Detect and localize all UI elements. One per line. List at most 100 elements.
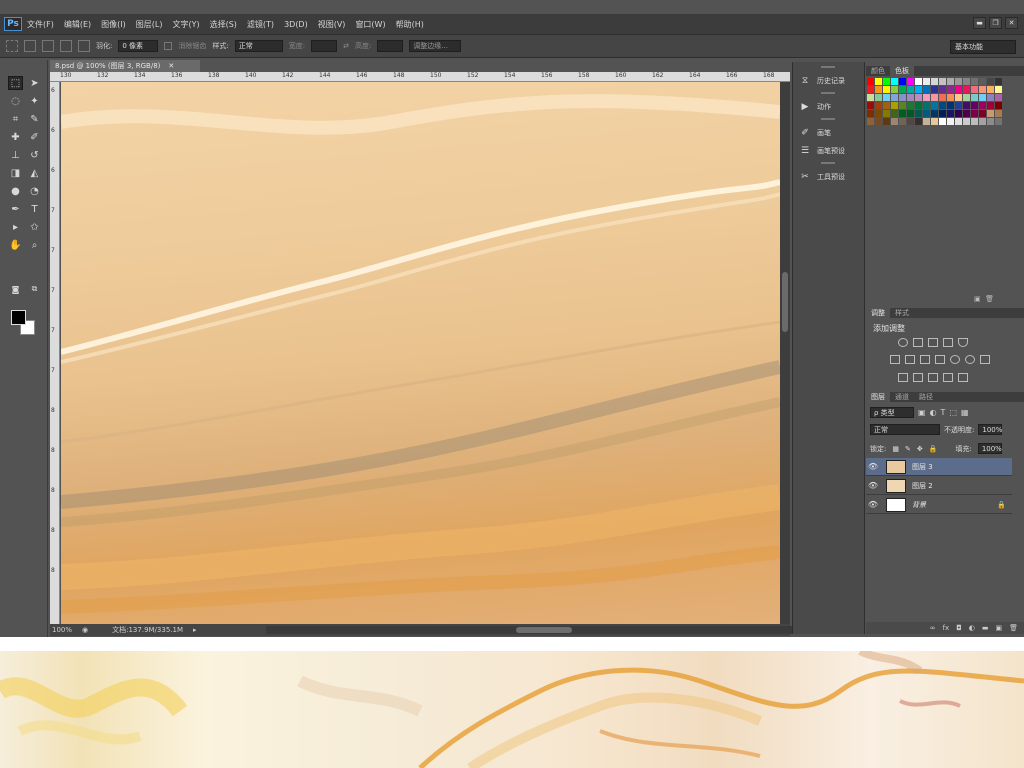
lasso-tool-icon[interactable]: ◌ bbox=[8, 94, 23, 108]
curves-icon[interactable] bbox=[928, 338, 938, 347]
menu-window[interactable]: 窗口(W) bbox=[350, 19, 390, 30]
color-swatch[interactable] bbox=[907, 118, 914, 125]
foreground-color[interactable] bbox=[11, 310, 26, 325]
layer-kind-select[interactable]: ρ 类型 bbox=[870, 407, 914, 418]
layer-row[interactable]: 👁 背景 🔒 bbox=[866, 496, 1012, 514]
color-swatch[interactable] bbox=[915, 110, 922, 117]
color-swatch[interactable] bbox=[923, 78, 930, 85]
color-swatch[interactable] bbox=[867, 118, 874, 125]
color-swatch[interactable] bbox=[907, 102, 914, 109]
clone-stamp-icon[interactable]: ⊥ bbox=[8, 148, 23, 162]
tab-color[interactable]: 颜色 bbox=[866, 66, 890, 76]
restore-button[interactable]: ❐ bbox=[989, 17, 1002, 29]
color-swatch[interactable] bbox=[907, 94, 914, 101]
color-swatch[interactable] bbox=[987, 110, 994, 117]
color-swatch[interactable] bbox=[963, 86, 970, 93]
color-swatch[interactable] bbox=[915, 94, 922, 101]
color-swatch[interactable] bbox=[995, 94, 1002, 101]
color-swatch[interactable] bbox=[939, 118, 946, 125]
levels-icon[interactable] bbox=[913, 338, 923, 347]
color-swatch[interactable] bbox=[947, 102, 954, 109]
color-swatch[interactable] bbox=[995, 78, 1002, 85]
tab-channels[interactable]: 通道 bbox=[890, 392, 914, 402]
marquee-tool-icon[interactable]: ⬚ bbox=[8, 76, 23, 90]
color-swatch[interactable] bbox=[979, 110, 986, 117]
color-swatch[interactable] bbox=[899, 86, 906, 93]
photo-filter-icon[interactable] bbox=[950, 355, 960, 364]
brush-tool-icon[interactable]: ✐ bbox=[27, 130, 42, 144]
brightness-icon[interactable] bbox=[898, 338, 908, 347]
color-swatch[interactable] bbox=[995, 110, 1002, 117]
color-swatch[interactable] bbox=[963, 102, 970, 109]
color-swatch[interactable] bbox=[867, 78, 874, 85]
dock-brush[interactable]: ✐ 画笔 bbox=[799, 126, 861, 140]
blur-tool-icon[interactable]: ● bbox=[8, 184, 23, 198]
color-swatch[interactable] bbox=[971, 86, 978, 93]
style-select[interactable]: 正常 bbox=[234, 40, 283, 52]
color-swatch[interactable] bbox=[867, 86, 874, 93]
hand-tool-icon[interactable]: ✋ bbox=[8, 238, 23, 252]
intersect-selection-icon[interactable] bbox=[78, 40, 90, 52]
color-swatch[interactable] bbox=[931, 118, 938, 125]
close-button[interactable]: ✕ bbox=[1005, 17, 1018, 29]
color-swatch[interactable] bbox=[947, 94, 954, 101]
visibility-eye-icon[interactable]: 👁 bbox=[866, 500, 880, 509]
invert-icon[interactable] bbox=[898, 373, 908, 382]
color-swatch[interactable] bbox=[899, 102, 906, 109]
black-white-icon[interactable] bbox=[935, 355, 945, 364]
refine-edge-button[interactable]: 调整边缘... bbox=[409, 40, 462, 52]
color-swatch[interactable] bbox=[963, 110, 970, 117]
color-swatch[interactable] bbox=[963, 94, 970, 101]
color-swatch[interactable] bbox=[883, 94, 890, 101]
color-swatch[interactable] bbox=[971, 94, 978, 101]
image-canvas[interactable] bbox=[61, 82, 780, 624]
visibility-eye-icon[interactable]: 👁 bbox=[866, 462, 880, 471]
color-swatch[interactable] bbox=[971, 102, 978, 109]
color-swatch[interactable] bbox=[891, 78, 898, 85]
color-swatch[interactable] bbox=[963, 118, 970, 125]
opacity-input[interactable]: 100% bbox=[978, 424, 1002, 435]
new-adjustment-icon[interactable]: ◐ bbox=[969, 624, 975, 632]
color-swatch[interactable] bbox=[875, 78, 882, 85]
color-swatch[interactable] bbox=[971, 118, 978, 125]
color-swatch[interactable] bbox=[995, 86, 1002, 93]
menu-view[interactable]: 视图(V) bbox=[313, 19, 351, 30]
color-swatch[interactable] bbox=[867, 102, 874, 109]
eraser-tool-icon[interactable]: ◨ bbox=[8, 166, 23, 180]
color-swatch[interactable] bbox=[963, 78, 970, 85]
healing-brush-icon[interactable]: ✚ bbox=[8, 130, 23, 144]
lock-all-icon[interactable]: 🔒 bbox=[929, 445, 938, 453]
color-swatch[interactable] bbox=[995, 118, 1002, 125]
color-swatch[interactable] bbox=[915, 78, 922, 85]
tab-styles[interactable]: 样式 bbox=[890, 308, 914, 318]
color-swatch[interactable] bbox=[899, 78, 906, 85]
color-swatch[interactable] bbox=[979, 86, 986, 93]
exposure-icon[interactable] bbox=[943, 338, 953, 347]
color-swatch[interactable] bbox=[867, 94, 874, 101]
hue-sat-icon[interactable] bbox=[905, 355, 915, 364]
path-select-icon[interactable]: ▸ bbox=[8, 220, 23, 234]
color-swatch[interactable] bbox=[883, 102, 890, 109]
color-swatch[interactable] bbox=[915, 102, 922, 109]
color-swatch[interactable] bbox=[907, 86, 914, 93]
close-tab-icon[interactable]: ✕ bbox=[168, 62, 174, 70]
color-balance-icon[interactable] bbox=[920, 355, 930, 364]
vertical-scroll-thumb[interactable] bbox=[782, 272, 788, 332]
document-tab[interactable]: 8.psd @ 100% (图层 3, RGB/8) ✕ bbox=[50, 60, 200, 72]
color-swatch[interactable] bbox=[987, 118, 994, 125]
color-swatch[interactable] bbox=[875, 94, 882, 101]
color-swatch[interactable] bbox=[955, 118, 962, 125]
color-swatch[interactable] bbox=[923, 94, 930, 101]
subtract-selection-icon[interactable] bbox=[60, 40, 72, 52]
menu-layer[interactable]: 图层(L) bbox=[131, 19, 168, 30]
color-swatch[interactable] bbox=[931, 110, 938, 117]
channel-mixer-icon[interactable] bbox=[965, 355, 975, 364]
threshold-icon[interactable] bbox=[928, 373, 938, 382]
color-swatch[interactable] bbox=[931, 78, 938, 85]
color-swatch[interactable] bbox=[899, 118, 906, 125]
color-swatch[interactable] bbox=[955, 94, 962, 101]
color-swatch[interactable] bbox=[987, 94, 994, 101]
color-swatch[interactable] bbox=[955, 102, 962, 109]
color-swatch[interactable] bbox=[947, 78, 954, 85]
eyedropper-icon[interactable]: ✎ bbox=[27, 112, 42, 126]
